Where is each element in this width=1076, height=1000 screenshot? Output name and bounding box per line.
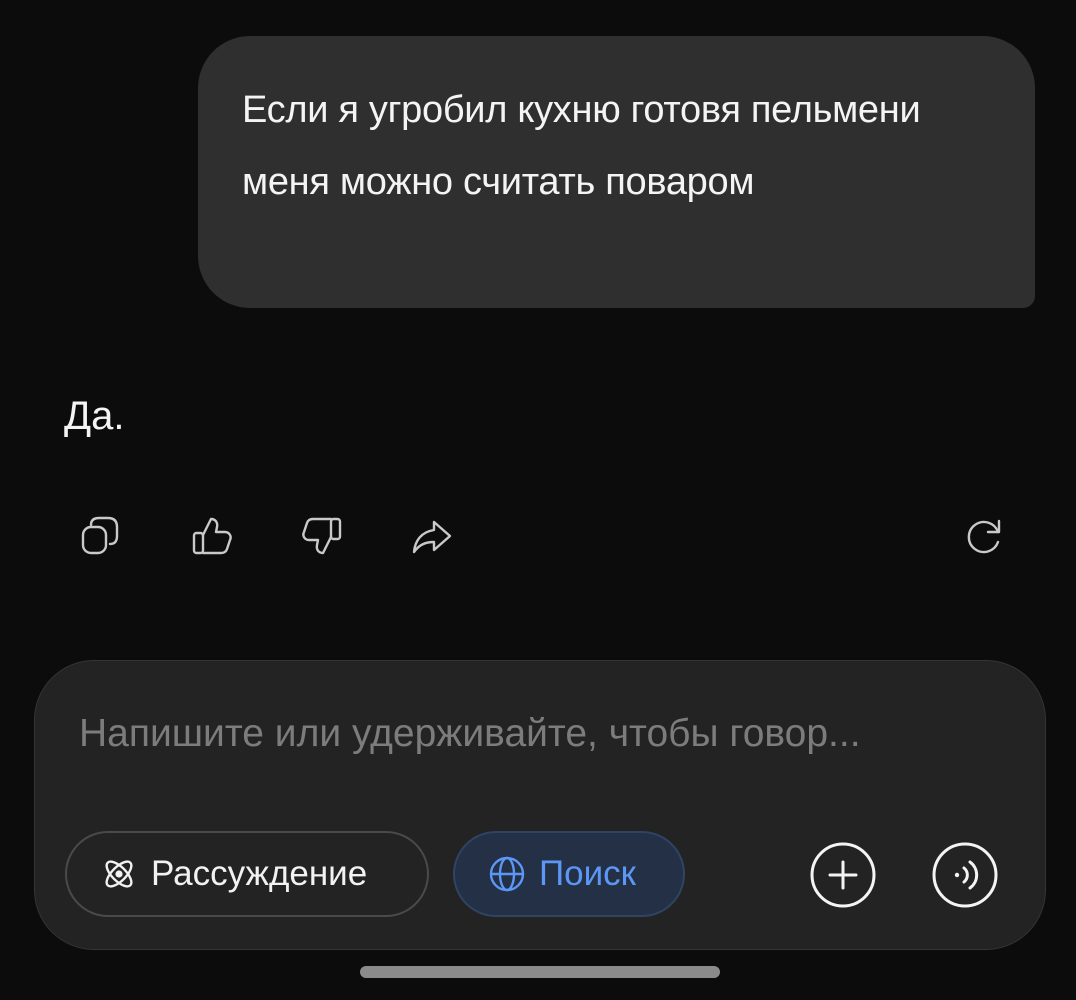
voice-mode-button[interactable] xyxy=(931,841,999,909)
copy-icon xyxy=(81,516,119,555)
message-input[interactable] xyxy=(79,701,999,767)
reasoning-toggle-button[interactable]: Рассуждение xyxy=(65,831,429,917)
message-action-bar xyxy=(60,504,1020,568)
voice-icon xyxy=(932,842,998,908)
message-composer: Рассуждение Поиск xyxy=(34,660,1046,950)
globe-icon xyxy=(489,856,525,892)
assistant-message-text: Да. xyxy=(64,394,125,438)
refresh-icon xyxy=(967,519,1001,554)
thumbs-up-icon xyxy=(192,517,232,555)
search-toggle-button[interactable]: Поиск xyxy=(453,831,685,917)
dislike-button[interactable] xyxy=(290,504,354,568)
user-message-text: Если я угробил кухню готовя пельмени мен… xyxy=(242,89,921,203)
search-label: Поиск xyxy=(539,854,636,893)
atom-icon xyxy=(105,860,133,888)
like-button[interactable] xyxy=(180,504,244,568)
plus-icon xyxy=(810,842,876,908)
share-button[interactable] xyxy=(400,504,464,568)
thumbs-down-icon xyxy=(302,517,342,555)
regenerate-button[interactable] xyxy=(952,504,1016,568)
add-attachment-button[interactable] xyxy=(809,841,877,909)
reasoning-label: Рассуждение xyxy=(151,854,368,893)
user-message-bubble: Если я угробил кухню готовя пельмени мен… xyxy=(198,36,1035,308)
copy-button[interactable] xyxy=(68,504,132,568)
home-indicator[interactable] xyxy=(360,966,720,978)
share-icon xyxy=(412,520,452,554)
